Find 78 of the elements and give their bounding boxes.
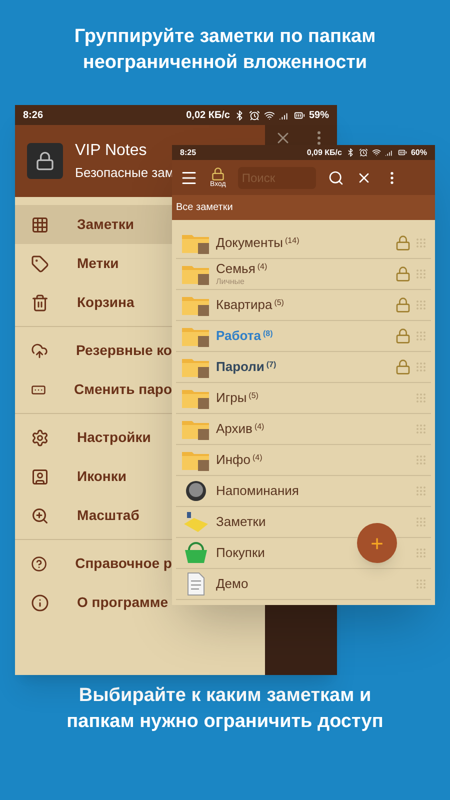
app-name: VIP Notes — [75, 141, 148, 162]
drag-handle-icon[interactable] — [415, 299, 427, 311]
battery-icon — [398, 148, 407, 157]
item-title: Семья$^{(4)}$ — [216, 260, 268, 278]
item-title: Заметки — [216, 514, 267, 530]
cloud-upload-icon — [31, 342, 48, 360]
drag-handle-icon[interactable] — [415, 454, 427, 466]
drag-handle-icon[interactable] — [415, 361, 427, 373]
drawer-item[interactable]: Справочное р — [15, 544, 172, 583]
list-row[interactable]: Документы$^{(14)}$ — [176, 228, 431, 259]
drawer-item[interactable]: Сменить паро — [15, 370, 172, 409]
network-speed: 0,02 КБ/с — [186, 108, 230, 122]
wifi-icon — [264, 110, 275, 120]
settings-icon — [31, 428, 49, 446]
battery-level: 60% — [410, 146, 427, 158]
list-row[interactable]: Семья$^{(4)}$ Личные — [176, 259, 431, 290]
item-title: Работа$^{(8)}$ — [216, 328, 274, 344]
item-title: Покупки — [216, 544, 266, 562]
item-title: Демо — [216, 576, 250, 592]
tag-icon — [31, 254, 49, 272]
drawer-item[interactable]: Резервные ко — [15, 331, 172, 370]
drawer-item[interactable]: Заметки — [15, 205, 172, 244]
drawer-item[interactable]: О программе — [15, 583, 172, 622]
drag-handle-icon[interactable] — [415, 392, 427, 404]
document-icon — [185, 572, 207, 596]
list-row[interactable]: Напоминания — [176, 476, 431, 507]
battery-icon — [294, 110, 305, 120]
info-icon — [31, 594, 49, 612]
drawer-item[interactable]: Масштаб — [15, 496, 172, 535]
drag-handle-icon[interactable] — [415, 516, 427, 528]
drawer-item[interactable]: Настройки — [15, 418, 172, 457]
status-time: 8:25 — [180, 146, 196, 158]
signal-icon — [384, 148, 394, 157]
status-time: 8:26 — [23, 108, 44, 122]
breadcrumb: Все заметки — [176, 201, 233, 215]
drag-handle-icon[interactable] — [415, 268, 427, 280]
drag-handle-icon[interactable] — [415, 423, 427, 435]
lock-icon — [210, 166, 225, 180]
list-row[interactable]: Демо — [176, 569, 431, 600]
help-icon — [31, 554, 48, 572]
network-speed: 0,09 КБ/с — [306, 146, 342, 158]
drag-handle-icon[interactable] — [415, 485, 427, 497]
item-title: Пароли$^{(7)}$ — [216, 358, 278, 376]
list-row[interactable]: Игры$^{(5)}$ — [176, 383, 431, 414]
bluetooth-icon — [234, 110, 245, 120]
item-title: Инфо$^{(4)}$ — [216, 452, 264, 468]
alarm-icon — [248, 110, 260, 120]
app-logo — [27, 143, 63, 179]
item-title: Напоминания — [216, 482, 300, 500]
drag-handle-icon[interactable] — [415, 330, 427, 342]
item-title: Квартира$^{(5)}$ — [216, 296, 285, 314]
zoom-in-icon — [31, 506, 49, 524]
item-title: Документы$^{(14)}$ — [216, 234, 300, 252]
trash-icon — [31, 294, 49, 312]
grid-icon — [31, 216, 49, 234]
list-row[interactable]: Квартира$^{(5)}$ — [176, 290, 431, 321]
headline: Группируйте заметки по папкам неограниченной вложенности — [73, 25, 377, 75]
bluetooth-icon — [346, 148, 355, 157]
alarm-icon — [358, 148, 368, 157]
basket-icon — [183, 541, 209, 565]
search-icon[interactable] — [328, 170, 344, 186]
drawer-item[interactable]: Корзина — [15, 283, 172, 322]
drag-handle-icon[interactable] — [415, 237, 427, 249]
item-title: Игры$^{(5)}$ — [216, 390, 260, 406]
list-row[interactable]: Пароли$^{(7)}$ — [176, 352, 431, 383]
drag-handle-icon[interactable] — [415, 547, 427, 559]
drawer-item[interactable]: Метки — [15, 244, 172, 283]
item-title: Архив$^{(4)}$ — [216, 420, 266, 438]
battery-level: 59% — [308, 108, 329, 122]
list-row[interactable]: Инфо$^{(4)}$ — [176, 445, 431, 476]
drag-handle-icon[interactable] — [415, 578, 427, 590]
wifi-icon — [372, 148, 381, 157]
footer-caption: Выбирайте к каким заметкам и папкам нужно ограничить доступ — [66, 684, 384, 734]
list-row[interactable]: Архив$^{(4)}$ — [176, 414, 431, 445]
drawer-item[interactable]: Иконки — [15, 457, 172, 496]
item-subtitle: Личные — [216, 277, 246, 288]
portrait-icon — [31, 468, 49, 486]
ball-icon — [184, 479, 208, 503]
